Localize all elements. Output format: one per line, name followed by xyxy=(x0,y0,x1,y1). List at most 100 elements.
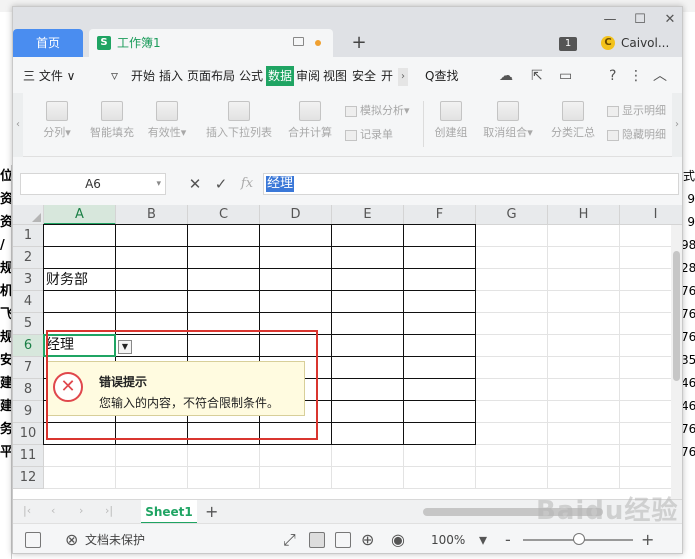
what-if-analysis-button[interactable]: 模拟分析▾ xyxy=(345,103,410,119)
column-header[interactable]: B xyxy=(116,205,188,225)
vertical-scrollbar[interactable] xyxy=(671,225,682,499)
menu-item-data[interactable]: 数据 xyxy=(266,66,295,86)
ribbon-scroll-left-icon[interactable]: ‹ xyxy=(13,93,23,157)
tab-home[interactable]: 首页 xyxy=(13,29,83,57)
column-header[interactable]: D xyxy=(260,205,332,225)
last-sheet-icon[interactable]: ›| xyxy=(105,504,113,517)
page-break-view-icon[interactable] xyxy=(335,532,351,548)
column-header[interactable]: A xyxy=(44,205,116,225)
row-header[interactable]: 1 xyxy=(13,225,44,247)
window-count-badge[interactable]: 1 xyxy=(559,37,577,51)
help-icon[interactable]: ? xyxy=(609,67,616,85)
column-header[interactable]: I xyxy=(620,205,682,225)
smart-fill-button[interactable]: 智能填充 xyxy=(85,101,139,140)
menu-item-view[interactable]: 视图 xyxy=(323,66,347,86)
row-header[interactable]: 7 xyxy=(13,357,44,379)
row-header[interactable]: 6 xyxy=(13,335,44,357)
subtotal-button[interactable]: 分类汇总 xyxy=(547,101,599,140)
insert-dropdown-list-button[interactable]: 插入下拉列表 xyxy=(201,101,277,140)
column-header[interactable]: F xyxy=(404,205,476,225)
tools-icon[interactable]: ▭ xyxy=(559,67,572,85)
reading-mode-icon[interactable]: ⊕ xyxy=(361,530,374,550)
share-icon[interactable]: ⇱ xyxy=(531,67,543,85)
record-form-button[interactable]: 记录单 xyxy=(345,127,393,143)
menu-item-review[interactable]: 审阅 xyxy=(296,66,320,86)
menu-item-start[interactable]: 开始 xyxy=(131,66,155,86)
eye-protection-icon[interactable]: ◉ xyxy=(391,530,405,550)
row-header[interactable]: 8 xyxy=(13,379,44,401)
fullscreen-icon[interactable]: ⤢ xyxy=(283,530,296,550)
user-name[interactable]: Caivol... xyxy=(621,33,669,53)
zoom-level[interactable]: 100% xyxy=(431,532,465,548)
row-header[interactable]: 5 xyxy=(13,313,44,335)
select-all-corner[interactable] xyxy=(13,205,44,225)
file-menu[interactable]: 三 文件 ∨ xyxy=(23,66,75,86)
zoom-slider-handle[interactable] xyxy=(573,533,585,545)
row-header[interactable]: 3 xyxy=(13,269,44,291)
menu-item-security[interactable]: 安全 xyxy=(352,66,376,86)
user-avatar-icon[interactable]: C xyxy=(601,36,615,50)
gridline xyxy=(547,225,548,489)
spreadsheet-grid[interactable]: A B C D E F G H I 1 2 3 4 5 6 7 8 9 10 11 12 财务部 经理 ▼ xyxy=(13,205,682,499)
normal-view-icon[interactable] xyxy=(309,532,325,548)
protection-status[interactable]: 文档未保护 xyxy=(85,532,145,548)
vertical-scroll-thumb[interactable] xyxy=(673,251,680,381)
monitor-icon[interactable] xyxy=(293,37,304,46)
name-box[interactable]: A6 ▾ xyxy=(20,173,166,195)
search-button[interactable]: Q查找 xyxy=(425,66,458,86)
insert-function-icon[interactable]: fx xyxy=(237,173,257,195)
row-header[interactable]: 2 xyxy=(13,247,44,269)
validation-button[interactable]: 有效性▾ xyxy=(143,101,191,140)
collapse-ribbon-icon[interactable]: ︿ xyxy=(653,67,667,85)
horizontal-scrollbar[interactable] xyxy=(413,507,663,517)
cloud-sync-icon[interactable]: ☁ xyxy=(499,67,513,85)
next-sheet-icon[interactable]: › xyxy=(79,504,83,517)
zoom-in-button[interactable]: + xyxy=(641,530,654,550)
formula-input[interactable]: 经理 xyxy=(263,173,679,195)
row-header[interactable]: 9 xyxy=(13,401,44,423)
ribbon-scroll-right-icon[interactable]: › xyxy=(672,93,682,157)
new-tab-button[interactable]: + xyxy=(347,29,371,57)
column-header[interactable]: G xyxy=(476,205,548,225)
tab-workbook[interactable]: S 工作簿1 xyxy=(89,29,333,57)
row-header[interactable]: 11 xyxy=(13,445,44,467)
hide-detail-button[interactable]: 隐藏明细 xyxy=(607,127,666,143)
menu-item-formula[interactable]: 公式 xyxy=(239,66,263,86)
active-cell-a6[interactable]: 经理 xyxy=(43,334,116,357)
dropdown-arrow-icon[interactable]: ▼ xyxy=(118,340,132,354)
menu-item-page-layout[interactable]: 页面布局 xyxy=(187,66,235,86)
sheet-tab-sheet1[interactable]: Sheet1 xyxy=(141,500,197,524)
column-header[interactable]: C xyxy=(188,205,260,225)
cancel-entry-icon[interactable]: ✕ xyxy=(185,173,205,195)
minimize-icon[interactable]: — xyxy=(599,11,621,29)
prev-sheet-icon[interactable]: ‹ xyxy=(51,504,55,517)
split-column-button[interactable]: 分列▾ xyxy=(39,101,75,140)
confirm-entry-icon[interactable]: ✓ xyxy=(211,173,231,195)
row-header[interactable]: 12 xyxy=(13,467,44,489)
macro-icon[interactable] xyxy=(25,532,41,548)
chevron-down-icon[interactable]: ▾ xyxy=(156,174,161,194)
cell-a3[interactable]: 财务部 xyxy=(46,269,88,291)
show-detail-button[interactable]: 显示明细 xyxy=(607,103,666,119)
menu-scroll-right-icon[interactable]: › xyxy=(398,68,408,86)
zoom-out-button[interactable]: - xyxy=(505,530,511,550)
column-header[interactable]: E xyxy=(332,205,404,225)
first-sheet-icon[interactable]: |‹ xyxy=(23,504,31,517)
gridline xyxy=(44,488,682,489)
ungroup-button[interactable]: 取消组合▾ xyxy=(479,101,537,140)
horizontal-scroll-thumb[interactable] xyxy=(423,508,603,516)
menu-item-more[interactable]: 开 xyxy=(381,66,393,86)
zoom-dropdown-icon[interactable]: ▾ xyxy=(479,530,487,550)
maximize-icon[interactable]: ☐ xyxy=(629,11,651,29)
more-options-icon[interactable]: ⋮ xyxy=(629,67,643,85)
menu-item-insert[interactable]: 插入 xyxy=(159,66,183,86)
close-icon[interactable]: ✕ xyxy=(659,11,681,29)
row-header[interactable]: 10 xyxy=(13,423,44,445)
row-header[interactable]: 4 xyxy=(13,291,44,313)
add-sheet-button[interactable]: + xyxy=(205,500,218,524)
column-header[interactable]: H xyxy=(548,205,620,225)
consolidate-button[interactable]: 合并计算 xyxy=(283,101,337,140)
background-cell: 35 xyxy=(681,353,695,367)
chevron-down-icon[interactable]: ▿ xyxy=(111,67,118,85)
create-group-button[interactable]: 创建组 xyxy=(429,101,473,140)
